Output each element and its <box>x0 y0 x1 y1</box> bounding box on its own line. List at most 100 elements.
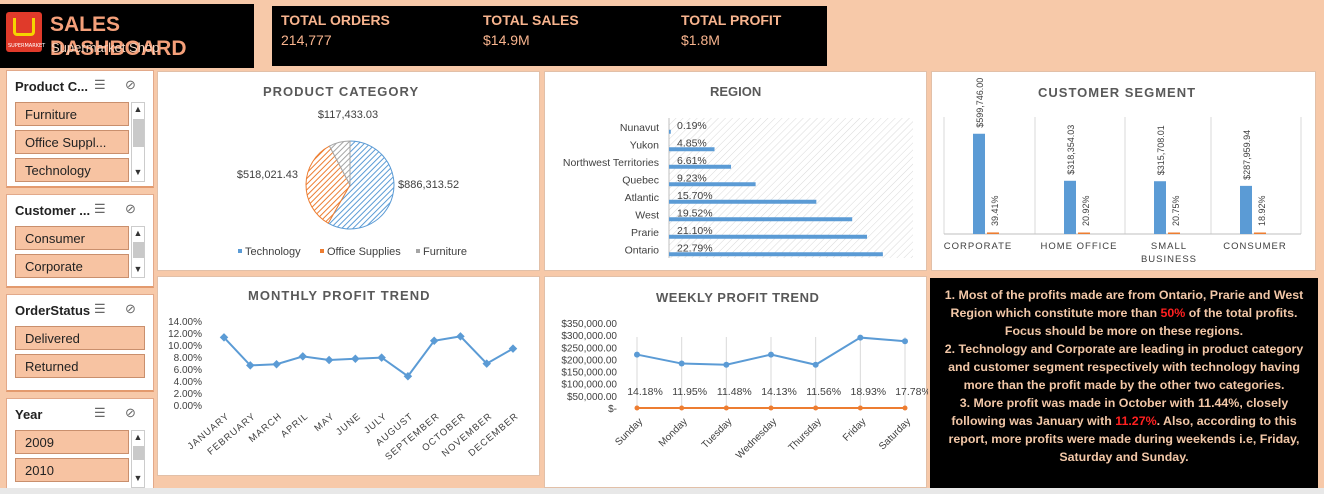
weekly-profit-point <box>634 351 640 358</box>
scroll-thumb[interactable] <box>133 446 144 460</box>
weekly-percent-point <box>813 405 819 411</box>
weekly-profit-point <box>857 334 864 341</box>
insight-3-highlight: 11.27% <box>1115 414 1157 428</box>
segment-percent-label: 20.75% <box>1171 195 1181 226</box>
legend-marker <box>238 249 242 253</box>
slicer-scrollbar[interactable]: ▲ ▼ <box>131 102 145 182</box>
insights-box: 1. Most of the profits made are from Ont… <box>930 278 1318 488</box>
legend-entry: Furniture <box>423 246 467 258</box>
weekly-profit-point <box>768 351 774 358</box>
weekly-percent-point <box>902 405 908 411</box>
multi-select-icon[interactable]: ☰ <box>94 405 106 421</box>
region-data-label: 6.61% <box>677 155 707 167</box>
x-tick-label: Monday <box>657 416 690 449</box>
scroll-down-icon[interactable]: ▼ <box>132 473 144 483</box>
segment-value-label: $318,354.03 <box>1066 125 1076 175</box>
kpi-profit-label: TOTAL PROFIT <box>681 12 782 28</box>
slicer-item-corporate[interactable]: Corporate <box>15 254 129 278</box>
panel-region: REGION Nunavut 0.19% Yukon 4.85% Northwest T… <box>544 71 927 271</box>
weekly-profit-point <box>678 360 685 367</box>
slicer-item-consumer[interactable]: Consumer <box>15 226 129 250</box>
sheet-tab-bar[interactable] <box>0 488 1324 494</box>
panel-customer-segment: CUSTOMER SEGMENT $599,746.00 39.41% CORPOR… <box>931 71 1316 271</box>
kpi-sales-label: TOTAL SALES <box>483 12 579 28</box>
region-category-label: Nunavut <box>620 122 659 134</box>
scroll-down-icon[interactable]: ▼ <box>132 167 144 177</box>
x-tick-label: Saturday <box>877 416 913 452</box>
x-tick-label: APRIL <box>279 411 311 440</box>
logo-text: SUPERMARKET <box>8 43 46 49</box>
slicer-item-delivered[interactable]: Delivered <box>15 326 145 350</box>
segment-value-label: $287,959.94 <box>1242 130 1252 180</box>
slicer-title: OrderStatus <box>15 303 91 318</box>
legend-entry: Office Supplies <box>327 246 401 258</box>
slicer-scrollbar[interactable]: ▲ ▼ <box>131 226 145 278</box>
slicer-item-technology[interactable]: Technology <box>15 158 129 182</box>
legend-marker <box>416 249 420 253</box>
slicer-scrollbar[interactable]: ▲ ▼ <box>131 430 145 488</box>
y-tick-label: 14.00% <box>168 317 202 328</box>
multi-select-icon[interactable]: ☰ <box>94 201 106 217</box>
pie-chart: $886,313.52 $518,021.43 $117,433.03 Technol… <box>237 109 467 258</box>
segment-percent-bar <box>1078 232 1090 234</box>
weekly-percent-label: 14.18% <box>627 386 663 398</box>
clear-filter-icon[interactable]: ⊘ <box>125 77 136 93</box>
weekly-percent-label: 11.56% <box>806 386 841 398</box>
segment-percent-bar <box>1168 232 1180 234</box>
multi-select-icon[interactable]: ☰ <box>94 301 106 317</box>
slicer-title: Product C... <box>15 79 88 94</box>
slicer-item-returned[interactable]: Returned <box>15 354 145 378</box>
clear-filter-icon[interactable]: ⊘ <box>125 201 136 217</box>
slicer-order-status: OrderStatus ☰ ⊘ Delivered Returned <box>6 294 154 392</box>
region-data-label: 22.79% <box>677 242 713 254</box>
segment-category-label: CONSUMER <box>1223 241 1286 252</box>
scroll-thumb[interactable] <box>133 119 144 147</box>
weekly-percent-label: 11.48% <box>717 386 752 398</box>
scroll-up-icon[interactable]: ▲ <box>132 228 144 238</box>
scroll-up-icon[interactable]: ▲ <box>132 432 144 442</box>
segment-category-label: CORPORATE <box>944 241 1012 252</box>
kpi-sales-value: $14.9M <box>483 32 530 48</box>
region-data-label: 15.70% <box>677 190 713 202</box>
region-category-label: Northwest Territories <box>563 157 659 169</box>
y-tick-label: $250,000.00 <box>561 343 617 354</box>
y-tick-label: 2.00% <box>174 389 202 400</box>
y-tick-label: $300,000.00 <box>561 331 617 342</box>
supermarket-logo: SUPERMARKET <box>6 12 46 52</box>
slicer-item-furniture[interactable]: Furniture <box>15 102 129 126</box>
region-data-label: 0.19% <box>677 120 707 132</box>
region-category-label: Quebec <box>622 174 659 186</box>
monthly-line-chart: 14.00%12.00%10.00%8.00%6.00%4.00%2.00%0.… <box>168 317 521 463</box>
weekly-profit-point <box>723 361 730 368</box>
segment-percent-label: 18.92% <box>1257 195 1267 226</box>
segment-category-label: HOME OFFICE <box>1041 241 1118 252</box>
insight-1-highlight: 50% <box>1160 306 1186 320</box>
clear-filter-icon[interactable]: ⊘ <box>125 301 136 317</box>
weekly-profit-point <box>902 338 908 345</box>
segment-bar <box>1240 185 1252 234</box>
cart-icon <box>13 18 35 36</box>
y-tick-label: $150,000.00 <box>561 368 617 379</box>
region-category-label: Ontario <box>625 244 660 256</box>
monthly-point <box>324 355 334 365</box>
y-tick-label: $200,000.00 <box>561 355 617 366</box>
slicer-title: Customer ... <box>15 203 91 218</box>
slicer-item-2009[interactable]: 2009 <box>15 430 129 454</box>
scroll-thumb[interactable] <box>133 242 144 258</box>
y-tick-label: 8.00% <box>174 353 202 364</box>
slicer-product-category: Product C... ☰ ⊘ Furniture Office Suppl.… <box>6 70 154 188</box>
multi-select-icon[interactable]: ☰ <box>94 77 106 93</box>
region-data-label: 19.52% <box>677 207 713 219</box>
slicer-item-office-supplies[interactable]: Office Suppl... <box>15 130 129 154</box>
clear-filter-icon[interactable]: ⊘ <box>125 405 136 421</box>
scroll-up-icon[interactable]: ▲ <box>132 104 144 114</box>
panel-monthly-profit: MONTHLY PROFIT TREND 14.00% 12.00% 10.00% 8… <box>157 276 540 476</box>
region-category-label: West <box>635 209 659 221</box>
weekly-percent-label: 11.95% <box>672 386 707 398</box>
segment-bar <box>1154 181 1166 234</box>
monthly-point <box>298 352 308 361</box>
weekly-percent-point <box>634 405 640 411</box>
slicer-item-2010[interactable]: 2010 <box>15 458 129 482</box>
scroll-down-icon[interactable]: ▼ <box>132 264 144 274</box>
segment-percent-label: 20.92% <box>1081 195 1091 226</box>
